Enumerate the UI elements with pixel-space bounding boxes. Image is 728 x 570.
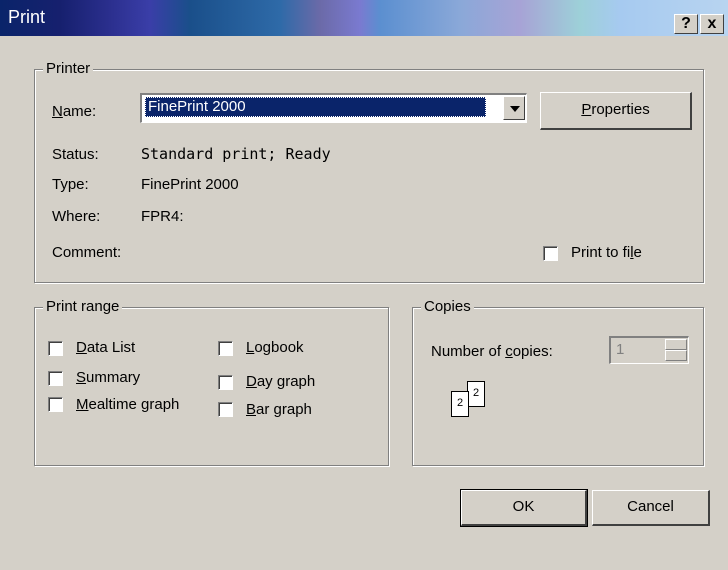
bar-graph-checkbox[interactable] (218, 402, 233, 417)
where-value: FPR4: (141, 208, 184, 225)
copies-group: Copies (412, 298, 704, 466)
printer-group-label: Printer (43, 60, 94, 77)
printer-name-value: FinePrint 2000 (145, 97, 486, 117)
data-list-checkbox[interactable] (48, 341, 63, 356)
logbook-checkbox[interactable] (218, 341, 233, 356)
title-bar[interactable]: Print ? x (0, 0, 728, 36)
type-value: FinePrint 2000 (141, 176, 239, 193)
print-range-group-label: Print range (43, 298, 123, 315)
page-front: 2 (451, 391, 469, 417)
copies-value: 1 (616, 341, 625, 358)
window-title: Print (8, 7, 46, 27)
print-to-file-label[interactable]: Print to file (571, 244, 642, 261)
day-graph-checkbox[interactable] (218, 375, 233, 390)
name-label: Name: (52, 103, 97, 120)
help-button[interactable]: ? (674, 14, 698, 34)
mealtime-graph-label[interactable]: Mealtime graph (76, 396, 179, 413)
print-to-file-checkbox[interactable] (543, 246, 558, 261)
status-label: Status: (52, 146, 99, 163)
mealtime-graph-checkbox[interactable] (48, 397, 63, 412)
summary-label[interactable]: Summary (76, 369, 140, 386)
properties-button[interactable]: Properties (540, 92, 692, 130)
where-label: Where: (52, 208, 101, 225)
comment-label: Comment: (52, 244, 122, 261)
spin-down-button[interactable] (665, 350, 687, 361)
chevron-down-icon (510, 106, 520, 112)
summary-checkbox[interactable] (48, 371, 63, 386)
print-range-group: Print range (34, 298, 389, 466)
close-button[interactable]: x (700, 14, 724, 34)
day-graph-label[interactable]: Day graph (246, 373, 315, 390)
copies-group-label: Copies (421, 298, 474, 315)
cancel-button[interactable]: Cancel (592, 490, 710, 526)
spin-up-button[interactable] (665, 339, 687, 350)
logbook-label[interactable]: Logbook (246, 339, 304, 356)
copies-spinner[interactable]: 1 (609, 336, 689, 364)
dropdown-button[interactable] (503, 96, 525, 120)
type-label: Type: (52, 176, 89, 193)
bar-graph-label[interactable]: Bar graph (246, 401, 312, 418)
number-of-copies-label: Number of copies: (431, 343, 553, 360)
status-value: Standard print; Ready (141, 145, 331, 163)
printer-name-select[interactable]: FinePrint 2000 (140, 93, 527, 123)
ok-button[interactable]: OK (460, 489, 588, 527)
page-back: 2 (467, 381, 485, 407)
data-list-label[interactable]: Data List (76, 339, 135, 356)
